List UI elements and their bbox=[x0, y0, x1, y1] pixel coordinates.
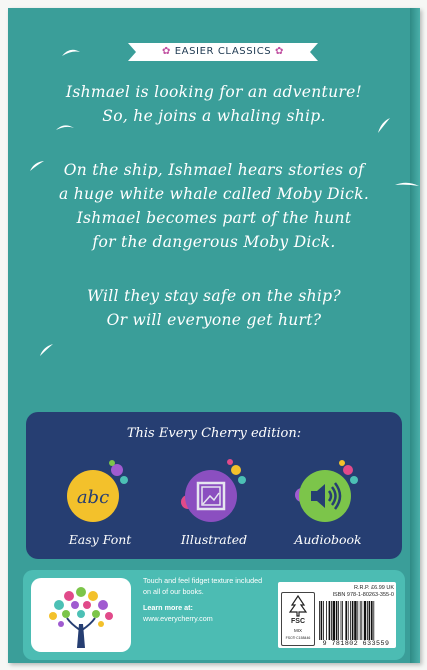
feature-label: Audiobook bbox=[294, 532, 362, 547]
features-panel: This Every Cherry edition: abc Easy Font bbox=[26, 412, 402, 559]
blurb-line: for the dangerous Moby Dick. bbox=[92, 233, 336, 251]
series-banner: ✿ EASIER CLASSICS ✿ bbox=[128, 41, 318, 63]
speaker-icon bbox=[295, 460, 358, 522]
fsc-tree-icon bbox=[288, 594, 308, 617]
fsc-code: FSC® C158446 bbox=[285, 636, 311, 640]
fidget-text: Touch and feel fidget texture included o… bbox=[143, 576, 263, 596]
barcode-panel: FSC MIX FSC® C158446 R.R.P. £6.99 UK ISB… bbox=[278, 582, 396, 648]
isbn-label: ISBN 978-1-80263-355-0 bbox=[332, 592, 394, 598]
blurb-line: Or will everyone get hurt? bbox=[106, 311, 322, 329]
flake-icon bbox=[40, 344, 53, 356]
blurb-line: Ishmael becomes part of the hunt bbox=[76, 209, 352, 227]
feature-label: Easy Font bbox=[68, 532, 132, 547]
book-back-cover: ✿ EASIER CLASSICS ✿ Ishmael is looking f… bbox=[8, 8, 420, 663]
blurb-line: On the ship, Ishmael hears stories of bbox=[63, 161, 365, 179]
cherry-tree-logo-icon bbox=[49, 587, 113, 648]
flake-icon bbox=[62, 49, 80, 56]
every-cherry-logo bbox=[31, 578, 131, 652]
barcode-icon bbox=[319, 601, 375, 640]
fsc-label: FSC bbox=[291, 618, 305, 625]
blurb-paragraph-1: Ishmael is looking for an adventure! So,… bbox=[8, 80, 420, 128]
blurb-paragraph-3: Will they stay safe on the ship? Or will… bbox=[8, 284, 420, 332]
blurb-line: a huge white whale called Moby Dick. bbox=[58, 185, 370, 203]
fsc-mix: MIX bbox=[293, 628, 302, 633]
blurb-line: Ishmael is looking for an adventure! bbox=[65, 83, 363, 101]
website-link[interactable]: www.everycherry.com bbox=[143, 614, 263, 625]
feature-audiobook: Audiobook bbox=[278, 450, 378, 550]
blurb-line: Will they stay safe on the ship? bbox=[87, 287, 341, 305]
price-label: R.R.P. £6.99 UK bbox=[354, 585, 394, 591]
barcode-number: 9 781802 633559 bbox=[322, 640, 390, 647]
footer-band: Touch and feel fidget texture included o… bbox=[23, 570, 405, 660]
picture-icon bbox=[181, 459, 246, 522]
learn-more-label: Learn more at: bbox=[143, 603, 193, 612]
blurb-paragraph-2: On the ship, Ishmael hears stories of a … bbox=[8, 158, 420, 254]
svg-text:abc: abc bbox=[77, 487, 109, 508]
fsc-logo: FSC MIX FSC® C158446 bbox=[281, 592, 315, 646]
cherry-tree-icon: ✿ bbox=[275, 46, 285, 57]
blurb-line: So, he joins a whaling ship. bbox=[102, 107, 326, 125]
series-name: EASIER CLASSICS bbox=[174, 46, 272, 57]
cherry-tree-icon: ✿ bbox=[161, 46, 171, 57]
feature-easy-font: abc Easy Font bbox=[50, 450, 150, 550]
abc-icon: abc bbox=[67, 460, 128, 522]
footer-info: Touch and feel fidget texture included o… bbox=[143, 576, 263, 624]
feature-illustrated: Illustrated bbox=[164, 450, 264, 550]
feature-label: Illustrated bbox=[180, 532, 248, 547]
features-title: This Every Cherry edition: bbox=[126, 426, 302, 441]
